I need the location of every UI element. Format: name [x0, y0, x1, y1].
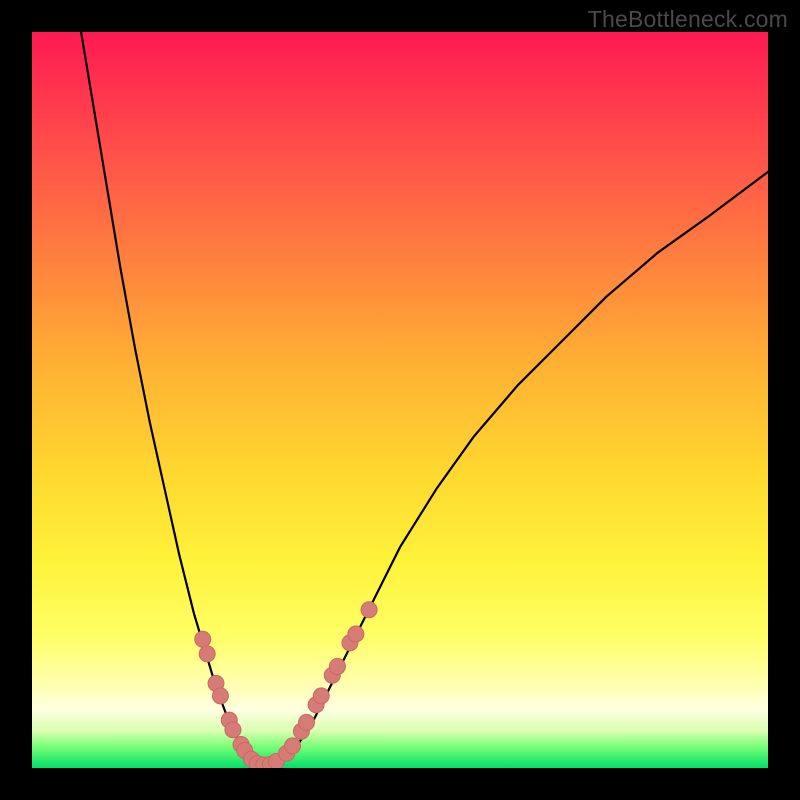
marker-cluster-right — [299, 714, 315, 730]
chart-svg — [32, 32, 768, 768]
marker-cluster-left — [195, 631, 211, 647]
plot-area — [32, 32, 768, 768]
chart-frame: TheBottleneck.com — [0, 0, 800, 800]
marker-cluster-left — [212, 688, 228, 704]
marker-cluster-right — [348, 626, 364, 642]
marker-cluster-right — [329, 658, 345, 674]
marker-cluster-left — [199, 646, 215, 662]
watermark-text: TheBottleneck.com — [588, 6, 788, 33]
marker-cluster-left — [225, 722, 241, 738]
series-left-curve — [76, 32, 260, 764]
marker-cluster-right — [285, 738, 301, 754]
marker-cluster-right — [313, 688, 329, 704]
series-right-curve — [275, 172, 768, 764]
curve-lines — [76, 32, 768, 766]
data-markers — [195, 602, 377, 768]
marker-cluster-right — [361, 602, 377, 618]
